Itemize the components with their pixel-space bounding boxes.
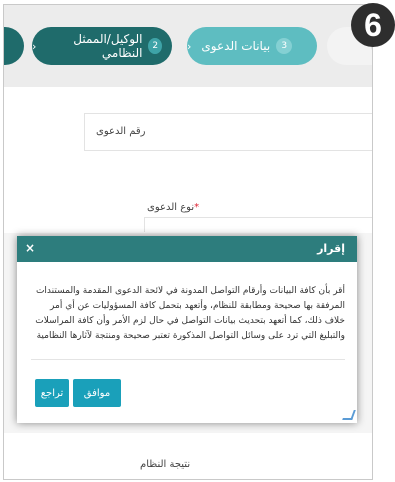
step-label: الوكيل/الممثل النظامي — [73, 32, 143, 60]
resize-handle-icon[interactable] — [342, 410, 356, 420]
step-number-badge: 6 — [351, 3, 395, 47]
case-type-label-text: نوع الدعوى — [147, 202, 195, 213]
system-result-label: نتيجة النظام — [140, 459, 191, 470]
wizard-steps: ‹ 2 الوكيل/الممثل النظامي ‹ 3 بيانات الد… — [4, 5, 372, 87]
divider — [31, 359, 345, 360]
close-icon[interactable]: × — [25, 241, 35, 255]
required-mark: * — [194, 202, 200, 213]
confirm-button[interactable]: موافق — [73, 379, 121, 407]
chevron-left-icon: ‹ — [187, 39, 192, 53]
wizard-step-agent[interactable]: 2 الوكيل/الممثل النظامي ‹ — [32, 27, 172, 65]
case-type-label: *نوع الدعوى — [147, 202, 199, 213]
wizard-step-1[interactable]: ‹ — [4, 27, 24, 65]
dialog-header: × إقرار — [17, 236, 357, 262]
wizard-step-case-details[interactable]: 3 بيانات الدعوى ‹ — [187, 27, 317, 65]
step-number: 2 — [148, 38, 162, 54]
case-number-label: رقم الدعوى — [96, 126, 146, 137]
chevron-left-icon: ‹ — [32, 39, 37, 53]
back-button[interactable]: تراجع — [35, 379, 69, 407]
case-type-select[interactable] — [144, 217, 372, 232]
step-number: 3 — [276, 38, 293, 54]
acknowledgement-dialog: × إقرار أقر بأن كافة البيانات وأرقام الت… — [17, 236, 357, 423]
dialog-title: إقرار — [317, 242, 345, 255]
acknowledgement-text: أقر بأن كافة البيانات وأرقام التواصل الم… — [35, 286, 345, 341]
step-label: بيانات الدعوى — [201, 39, 271, 53]
